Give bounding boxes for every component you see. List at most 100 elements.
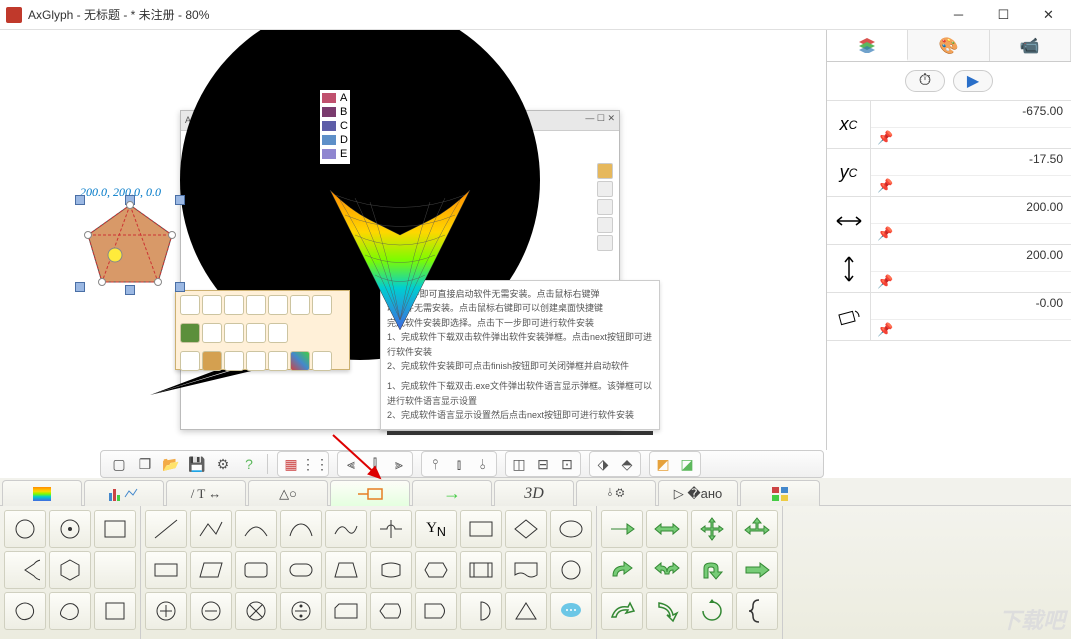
help-button[interactable]: ? — [237, 453, 261, 475]
shape-yn[interactable]: YN — [415, 510, 457, 548]
shape-roundrect[interactable] — [235, 551, 277, 589]
shape-empty[interactable] — [94, 551, 136, 589]
cat-3d[interactable]: 3D — [494, 480, 574, 506]
close-button[interactable]: ✕ — [1026, 0, 1071, 30]
shape-trapezoid[interactable] — [325, 551, 367, 589]
shape-circle-point[interactable] — [49, 510, 91, 548]
shape-chat[interactable] — [550, 592, 592, 630]
flip-h-button[interactable]: ⬗ — [591, 453, 615, 475]
shape-doc[interactable] — [505, 551, 547, 589]
align-right-button[interactable]: ⫸ — [387, 453, 411, 475]
shape-capsule[interactable] — [280, 551, 322, 589]
shape-delay[interactable] — [415, 592, 457, 630]
canvas-area[interactable]: AxGlyph - 无标题 -— ☐ ✕ A B C D E — [0, 30, 826, 450]
pin-icon[interactable]: 📌 — [877, 130, 893, 146]
shape-rect2[interactable] — [145, 551, 187, 589]
shape-minus-circle[interactable] — [190, 592, 232, 630]
dist-h-button[interactable]: ◫ — [507, 453, 531, 475]
floating-toolbox[interactable] — [175, 290, 350, 370]
arrow-uturn[interactable] — [691, 551, 733, 589]
xc-value[interactable]: -675.00 — [871, 101, 1071, 127]
shape-blob[interactable] — [4, 592, 46, 630]
timer-button[interactable]: ⏱ — [905, 70, 945, 92]
shape-x-circle[interactable] — [235, 592, 277, 630]
pin-icon[interactable]: 📌 — [877, 178, 893, 194]
shape-card[interactable] — [325, 592, 367, 630]
shape-pacman[interactable] — [4, 551, 46, 589]
cat-gradient[interactable] — [2, 480, 82, 506]
shape-circle[interactable] — [550, 551, 592, 589]
align-top-button[interactable]: ⫯ — [423, 453, 447, 475]
arrow-bend-lr[interactable] — [646, 551, 688, 589]
align-center-button[interactable]: ⫿ — [363, 453, 387, 475]
cat-lines[interactable]: / T ↔ — [166, 480, 246, 506]
width-value[interactable]: 200.00 — [871, 197, 1071, 223]
shape-triangle[interactable] — [505, 592, 547, 630]
pin-icon[interactable]: 📌 — [877, 322, 893, 338]
selected-pentagon[interactable] — [80, 200, 180, 290]
arrow-quad[interactable] — [691, 510, 733, 548]
shape-square-dots[interactable] — [94, 592, 136, 630]
animate-tab[interactable]: 📹 — [990, 30, 1071, 61]
shape-barrel[interactable] — [370, 551, 412, 589]
shape-display[interactable] — [370, 592, 412, 630]
arrow-curve-d[interactable] — [646, 592, 688, 630]
shape-curve[interactable] — [235, 510, 277, 548]
arrow-right[interactable] — [601, 510, 643, 548]
rotation-value[interactable]: -0.00 — [871, 293, 1071, 319]
shape-rect-sides[interactable] — [460, 551, 502, 589]
yc-value[interactable]: -17.50 — [871, 149, 1071, 175]
save-button[interactable]: 💾 — [185, 453, 209, 475]
arrow-cycle[interactable] — [691, 592, 733, 630]
arrow-curve-r[interactable] — [601, 592, 643, 630]
front-button[interactable]: ◩ — [651, 453, 675, 475]
arrow-bend-r[interactable] — [601, 551, 643, 589]
cat-flow[interactable] — [330, 480, 410, 506]
open-button[interactable]: 📂 — [159, 453, 183, 475]
flip-v-button[interactable]: ⬘ — [615, 453, 639, 475]
shape-half[interactable] — [460, 592, 502, 630]
shape-line[interactable] — [145, 510, 187, 548]
cat-logic[interactable]: ▷ �ано — [658, 480, 738, 506]
cat-chart[interactable] — [84, 480, 164, 506]
maximize-button[interactable]: ☐ — [981, 0, 1026, 30]
height-value[interactable]: 200.00 — [871, 245, 1071, 271]
settings-button[interactable]: ⚙ — [211, 453, 235, 475]
align-mid-button[interactable]: ⫾ — [447, 453, 471, 475]
dist-v-button[interactable]: ⊟ — [531, 453, 555, 475]
minimize-button[interactable]: ─ — [936, 0, 981, 30]
shape-jump[interactable] — [370, 510, 412, 548]
shape-blob2[interactable] — [49, 592, 91, 630]
cat-basic[interactable]: △○ — [248, 480, 328, 506]
shape-parallelogram[interactable] — [190, 551, 232, 589]
cat-colors[interactable] — [740, 480, 820, 506]
arrow-right2[interactable] — [736, 551, 778, 589]
shape-hexagon2[interactable] — [415, 551, 457, 589]
back-button[interactable]: ◪ — [675, 453, 699, 475]
shape-ellipse[interactable] — [550, 510, 592, 548]
pin-icon[interactable]: 📌 — [877, 274, 893, 290]
align-bottom-button[interactable]: ⫰ — [471, 453, 495, 475]
arrow-lr[interactable] — [646, 510, 688, 548]
style-tab[interactable]: 🎨 — [908, 30, 989, 61]
shape-rectangle[interactable] — [460, 510, 502, 548]
new-button[interactable]: ▢ — [107, 453, 131, 475]
arrow-tri[interactable] — [736, 510, 778, 548]
play-button[interactable]: ▶ — [953, 70, 993, 92]
shape-hexagon[interactable] — [49, 551, 91, 589]
cat-arrows[interactable]: → — [412, 480, 492, 506]
copy-button[interactable]: ❐ — [133, 453, 157, 475]
shape-plus-circle[interactable] — [145, 592, 187, 630]
shape-diamond[interactable] — [505, 510, 547, 548]
shape-bezier[interactable] — [280, 510, 322, 548]
grid2-button[interactable]: ⋮⋮ — [303, 453, 327, 475]
align-left-button[interactable]: ⫷ — [339, 453, 363, 475]
layers-tab[interactable] — [827, 30, 908, 61]
shape-polyline[interactable] — [190, 510, 232, 548]
center-button[interactable]: ⊡ — [555, 453, 579, 475]
grid-button[interactable]: ▦ — [279, 453, 303, 475]
shape-div-circle[interactable] — [280, 592, 322, 630]
shape-circle-node[interactable] — [4, 510, 46, 548]
shape-arc[interactable] — [325, 510, 367, 548]
shape-brace[interactable] — [736, 592, 778, 630]
